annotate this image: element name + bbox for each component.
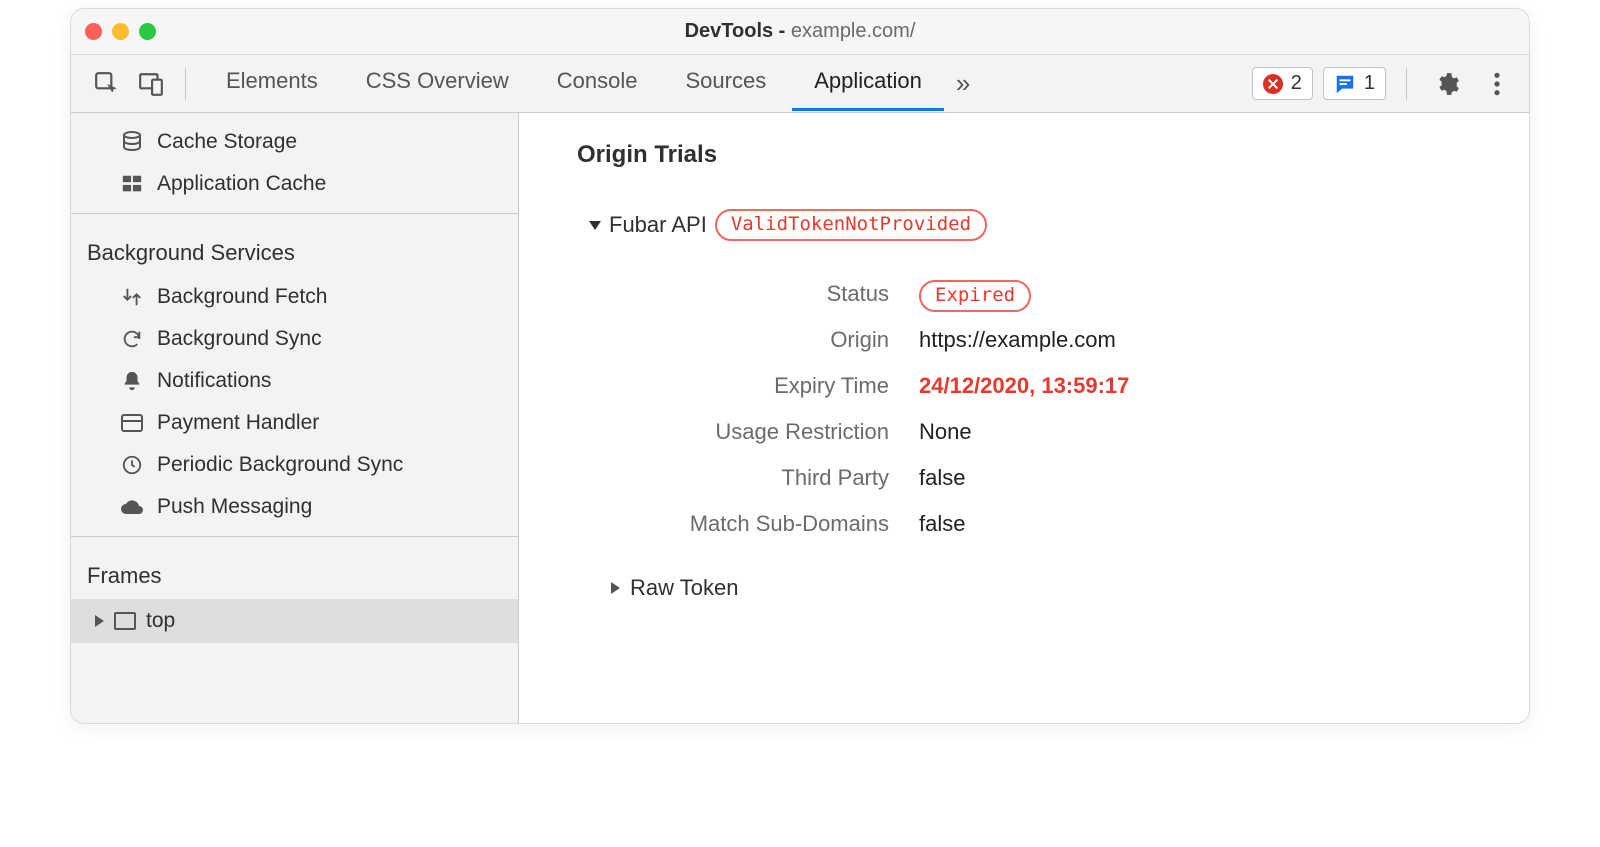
title-thin: example.com/: [791, 20, 916, 42]
tab-elements[interactable]: Elements: [204, 56, 340, 111]
tab-sources[interactable]: Sources: [663, 56, 788, 111]
sidebar-item-push-messaging[interactable]: Push Messaging: [71, 486, 518, 528]
kv-key: Usage Restriction: [609, 419, 889, 445]
expand-icon[interactable]: [611, 582, 620, 594]
panel-body: Cache Storage Application Cache Backgrou…: [71, 113, 1529, 723]
trial-details: Status Expired Origin https://example.co…: [609, 271, 1515, 547]
kv-third-party: Third Party false: [609, 455, 1515, 501]
sidebar-item-label: Payment Handler: [157, 411, 319, 435]
traffic-lights: [85, 23, 156, 40]
messages-count: 1: [1364, 72, 1375, 95]
kv-key: Status: [609, 281, 889, 307]
sync-icon: [119, 326, 145, 352]
clock-icon: [119, 452, 145, 478]
sidebar-item-label: Background Sync: [157, 327, 322, 351]
database-icon: [119, 129, 145, 155]
sidebar-item-label: Application Cache: [157, 172, 326, 196]
grid-icon: [119, 171, 145, 197]
fetch-icon: [119, 284, 145, 310]
bell-icon: [119, 368, 145, 394]
errors-pill[interactable]: 2: [1252, 67, 1313, 100]
message-icon: [1334, 73, 1356, 95]
frame-top[interactable]: top: [71, 599, 518, 643]
divider: [1406, 68, 1407, 100]
sidebar-item-periodic-bg-sync[interactable]: Periodic Background Sync: [71, 444, 518, 486]
frame-icon: [114, 612, 136, 630]
kv-key: Match Sub-Domains: [609, 511, 889, 537]
frame-label: top: [146, 609, 175, 633]
sidebar-item-label: Push Messaging: [157, 495, 312, 519]
panel-tabs: Elements CSS Overview Console Sources Ap…: [204, 56, 944, 111]
kv-expiry: Expiry Time 24/12/2020, 13:59:17: [609, 363, 1515, 409]
cloud-icon: [119, 494, 145, 520]
raw-token-label: Raw Token: [630, 575, 738, 601]
tab-css-overview[interactable]: CSS Overview: [344, 56, 531, 111]
tab-console[interactable]: Console: [535, 56, 660, 111]
more-tabs-icon[interactable]: »: [948, 68, 978, 99]
kv-status: Status Expired: [609, 271, 1515, 317]
kv-key: Expiry Time: [609, 373, 889, 399]
trial-name: Fubar API: [609, 212, 707, 238]
group-title: Frames: [71, 545, 518, 599]
status-badge: Expired: [919, 280, 1031, 312]
kv-value: Expired: [919, 281, 1031, 307]
sidebar-item-application-cache[interactable]: Application Cache: [71, 163, 518, 205]
frames-group: Frames top: [71, 537, 518, 643]
title-bold: DevTools -: [685, 20, 791, 42]
device-toolbar-icon[interactable]: [131, 65, 171, 103]
kebab-menu-icon[interactable]: [1477, 65, 1517, 103]
devtools-toolbar: Elements CSS Overview Console Sources Ap…: [71, 55, 1529, 113]
sidebar-item-background-fetch[interactable]: Background Fetch: [71, 276, 518, 318]
devtools-window: DevTools - example.com/ Elements CSS Ove…: [70, 8, 1530, 724]
sidebar-item-label: Cache Storage: [157, 130, 297, 154]
sidebar-item-notifications[interactable]: Notifications: [71, 360, 518, 402]
trial-row[interactable]: Fubar API ValidTokenNotProvided: [589, 209, 1515, 241]
errors-count: 2: [1291, 72, 1302, 95]
kv-origin: Origin https://example.com: [609, 317, 1515, 363]
sidebar-item-cache-storage[interactable]: Cache Storage: [71, 121, 518, 163]
main-content: Origin Trials Fubar API ValidTokenNotPro…: [519, 113, 1529, 723]
group-title: Background Services: [71, 222, 518, 276]
window-title: DevTools - example.com/: [71, 20, 1529, 43]
expand-icon[interactable]: [95, 615, 104, 627]
close-window-button[interactable]: [85, 23, 102, 40]
error-icon: [1263, 74, 1283, 94]
kv-key: Origin: [609, 327, 889, 353]
messages-pill[interactable]: 1: [1323, 67, 1386, 100]
sidebar-item-background-sync[interactable]: Background Sync: [71, 318, 518, 360]
kv-value: 24/12/2020, 13:59:17: [919, 373, 1129, 399]
sidebar-item-label: Periodic Background Sync: [157, 453, 403, 477]
raw-token-row[interactable]: Raw Token: [611, 575, 1515, 601]
trial-status-badge: ValidTokenNotProvided: [715, 209, 987, 241]
settings-icon[interactable]: [1427, 65, 1467, 103]
kv-value: false: [919, 511, 965, 537]
sidebar-item-label: Background Fetch: [157, 285, 327, 309]
section-heading: Origin Trials: [577, 141, 1515, 169]
background-services-group: Background Services Background Fetch Bac…: [71, 214, 518, 537]
kv-value: false: [919, 465, 965, 491]
kv-match-subdomains: Match Sub-Domains false: [609, 501, 1515, 547]
toolbar-right: 2 1: [1252, 65, 1521, 103]
tab-application[interactable]: Application: [792, 56, 944, 111]
application-sidebar: Cache Storage Application Cache Backgrou…: [71, 113, 519, 723]
zoom-window-button[interactable]: [139, 23, 156, 40]
kv-value: None: [919, 419, 972, 445]
titlebar: DevTools - example.com/: [71, 9, 1529, 55]
divider: [185, 68, 186, 100]
inspect-element-icon[interactable]: [87, 65, 127, 103]
cache-group: Cache Storage Application Cache: [71, 113, 518, 214]
minimize-window-button[interactable]: [112, 23, 129, 40]
sidebar,item-label: Notifications: [157, 369, 271, 393]
kv-value: https://example.com: [919, 327, 1116, 353]
sidebar-item-payment-handler[interactable]: Payment Handler: [71, 402, 518, 444]
collapse-icon[interactable]: [589, 221, 601, 230]
kv-key: Third Party: [609, 465, 889, 491]
card-icon: [119, 410, 145, 436]
kv-usage: Usage Restriction None: [609, 409, 1515, 455]
